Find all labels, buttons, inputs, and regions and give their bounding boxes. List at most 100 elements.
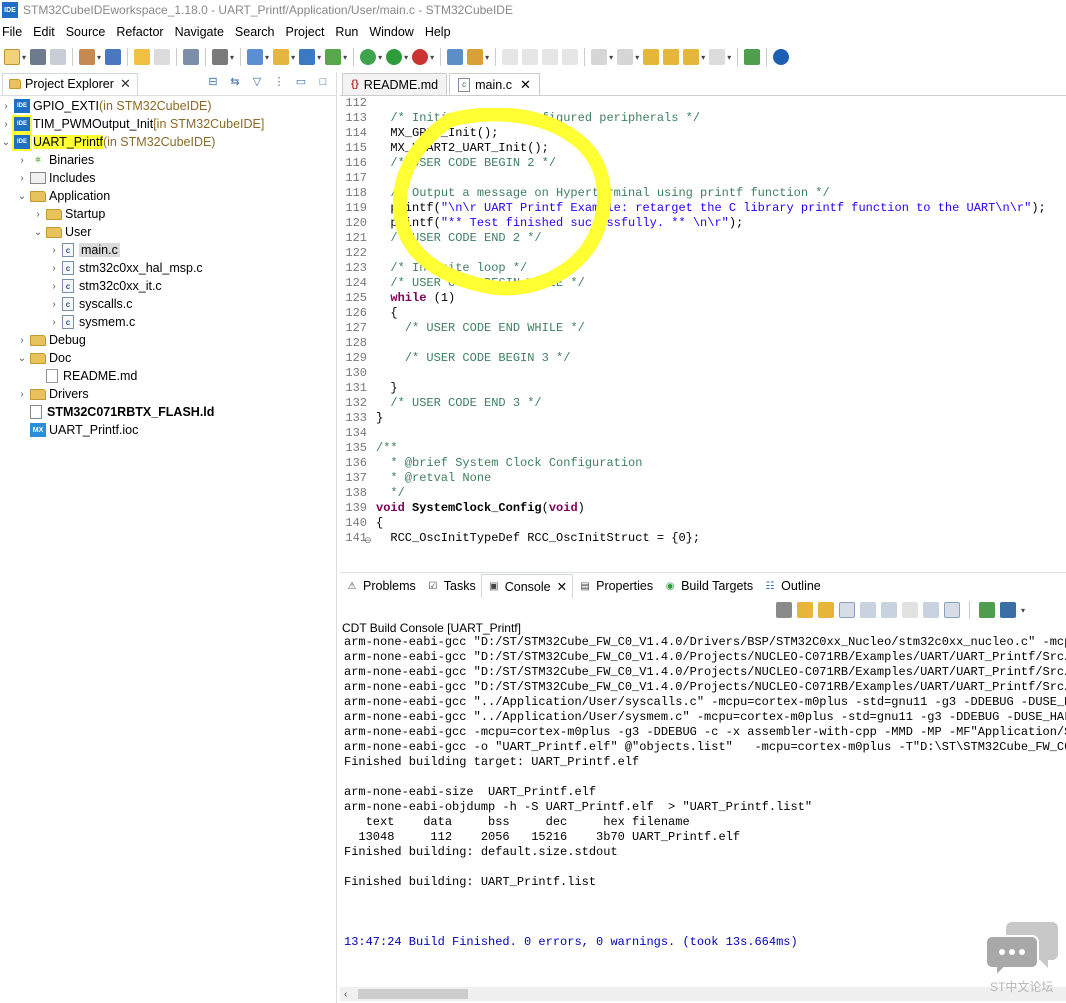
tree-item-doc[interactable]: ⌄ Doc bbox=[0, 349, 336, 367]
terminate-icon[interactable] bbox=[776, 602, 792, 618]
close-icon[interactable]: ✕ bbox=[520, 77, 531, 93]
new-project-icon[interactable] bbox=[247, 49, 264, 65]
back-icon[interactable] bbox=[683, 49, 700, 65]
menu-source[interactable]: Source bbox=[64, 25, 115, 39]
tab-tasks[interactable]: ☑ Tasks bbox=[421, 574, 481, 598]
tree-item-readme-md[interactable]: README.md bbox=[0, 367, 336, 385]
forward-dropdown-icon[interactable]: ▾ bbox=[727, 53, 731, 62]
chevron-right-icon[interactable]: › bbox=[32, 209, 44, 220]
new-dropdown-icon[interactable]: ▾ bbox=[22, 53, 26, 62]
whitespace-icon[interactable] bbox=[562, 49, 579, 65]
chevron-down-icon[interactable]: ⌄ bbox=[16, 191, 28, 202]
tree-item-gpio-exti[interactable]: › IDE GPIO_EXTI (in STM32CubeIDE) bbox=[0, 97, 336, 115]
chevron-right-icon[interactable]: › bbox=[16, 389, 28, 400]
paste-icon[interactable] bbox=[154, 49, 171, 65]
build-all-icon[interactable] bbox=[105, 49, 122, 65]
refresh-dropdown-icon[interactable]: ▾ bbox=[343, 53, 347, 62]
toggle-mark-icon[interactable] bbox=[502, 49, 519, 65]
tree-item-drivers[interactable]: › Drivers bbox=[0, 385, 336, 403]
chevron-right-icon[interactable]: › bbox=[48, 317, 60, 328]
open-project-dropdown-icon[interactable]: ▾ bbox=[291, 53, 295, 62]
new-console-icon[interactable] bbox=[979, 602, 995, 618]
save-all-icon[interactable] bbox=[50, 49, 67, 65]
horizontal-scrollbar[interactable]: ‹ bbox=[340, 987, 1066, 1001]
copy-icon[interactable] bbox=[860, 602, 876, 618]
scrollbar-thumb[interactable] bbox=[358, 989, 468, 999]
tab-project-explorer[interactable]: Project Explorer ✕ bbox=[2, 72, 138, 95]
chevron-right-icon[interactable]: › bbox=[0, 119, 12, 130]
menu-help[interactable]: Help bbox=[423, 25, 460, 39]
last-edit-icon[interactable] bbox=[643, 49, 660, 65]
menu-window[interactable]: Window bbox=[367, 25, 422, 39]
tree-item-ioc[interactable]: MX UART_Printf.ioc bbox=[0, 421, 336, 439]
forward-edit-icon[interactable] bbox=[663, 49, 680, 65]
tree-item-application[interactable]: ⌄ Application bbox=[0, 187, 336, 205]
open-console-icon[interactable] bbox=[1000, 602, 1016, 618]
build-dropdown-icon[interactable]: ▾ bbox=[97, 53, 101, 62]
previous-annotation-icon[interactable] bbox=[617, 49, 634, 65]
device-config-dropdown-icon[interactable]: ▾ bbox=[230, 53, 234, 62]
tree-item-uart-printf[interactable]: ⌄ IDE UART_Printf (in STM32CubeIDE) bbox=[0, 133, 336, 151]
filter-icon[interactable]: ▽ bbox=[250, 75, 264, 89]
scroll-down-icon[interactable] bbox=[797, 602, 813, 618]
chevron-right-icon[interactable]: › bbox=[16, 173, 28, 184]
tree-item-includes[interactable]: › Includes bbox=[0, 169, 336, 187]
tree-item-main-c[interactable]: › c main.c bbox=[0, 241, 336, 259]
open-project-icon[interactable] bbox=[273, 49, 290, 65]
menu-file[interactable]: File bbox=[0, 25, 31, 39]
close-icon[interactable]: ✕ bbox=[120, 76, 131, 92]
run-icon[interactable] bbox=[386, 49, 403, 65]
tab-main-c[interactable]: c main.c ✕ bbox=[449, 73, 540, 95]
new-class-dropdown-icon[interactable]: ▾ bbox=[317, 53, 321, 62]
chevron-down-icon[interactable]: ⌄ bbox=[0, 137, 12, 148]
tab-problems[interactable]: ⚠ Problems bbox=[340, 574, 421, 598]
maximize-icon[interactable]: □ bbox=[316, 75, 330, 89]
pin-icon[interactable] bbox=[467, 49, 484, 65]
clear-icon[interactable] bbox=[902, 602, 918, 618]
tree-item-user[interactable]: ⌄ User bbox=[0, 223, 336, 241]
open-perspective-icon[interactable] bbox=[447, 49, 464, 65]
new-class-icon[interactable] bbox=[299, 49, 316, 65]
view-menu-icon[interactable]: ⋮ bbox=[272, 75, 286, 89]
link-with-editor-icon[interactable]: ⇆ bbox=[228, 75, 242, 89]
chevron-right-icon[interactable]: › bbox=[48, 281, 60, 292]
next-annotation-dropdown-icon[interactable]: ▾ bbox=[609, 53, 613, 62]
close-icon[interactable]: ✕ bbox=[557, 579, 567, 594]
open-console-dropdown-icon[interactable]: ▾ bbox=[1021, 606, 1025, 615]
pin-console-icon[interactable] bbox=[923, 602, 939, 618]
menu-navigate[interactable]: Navigate bbox=[173, 25, 233, 39]
fold-icon[interactable]: ⊖ bbox=[364, 535, 372, 546]
console-output[interactable]: arm-none-eabi-gcc "D:/ST/STM32Cube_FW_C0… bbox=[344, 635, 1066, 987]
back-dropdown-icon[interactable]: ▾ bbox=[701, 53, 705, 62]
new-icon[interactable] bbox=[4, 49, 20, 65]
external-tools-dropdown-icon[interactable]: ▾ bbox=[430, 53, 434, 62]
tree-item-stm32c0xx-it-c[interactable]: › c stm32c0xx_it.c bbox=[0, 277, 336, 295]
menu-search[interactable]: Search bbox=[233, 25, 284, 39]
chevron-down-icon[interactable]: ⌄ bbox=[32, 227, 44, 238]
tree-item-startup[interactable]: › Startup bbox=[0, 205, 336, 223]
tab-outline[interactable]: ☷ Outline bbox=[758, 574, 826, 598]
tree-item-debug[interactable]: › Debug bbox=[0, 331, 336, 349]
menu-edit[interactable]: Edit bbox=[31, 25, 64, 39]
menu-run[interactable]: Run bbox=[333, 25, 367, 39]
tree-item-linker-script[interactable]: STM32C071RBTX_FLASH.ld bbox=[0, 403, 336, 421]
collapse-all-icon[interactable]: ⊟ bbox=[206, 75, 220, 89]
next-annotation-icon[interactable] bbox=[591, 49, 608, 65]
tab-readme-md[interactable]: {} README.md bbox=[342, 73, 448, 95]
build-hammer-icon[interactable] bbox=[79, 49, 96, 65]
tree-item-sysmem-c[interactable]: › c sysmem.c bbox=[0, 313, 336, 331]
chevron-right-icon[interactable]: › bbox=[48, 263, 60, 274]
open-console-icon[interactable] bbox=[744, 49, 761, 65]
scroll-up-icon[interactable] bbox=[818, 602, 834, 618]
debug-dropdown-icon[interactable]: ▾ bbox=[378, 53, 382, 62]
scroll-lock-icon[interactable] bbox=[839, 602, 855, 618]
tree-item-stm32c0xx-hal-msp-c[interactable]: › c stm32c0xx_hal_msp.c bbox=[0, 259, 336, 277]
debug-icon[interactable] bbox=[360, 49, 377, 65]
search-icon[interactable] bbox=[183, 49, 200, 65]
tab-console[interactable]: ▣ Console ✕ bbox=[480, 574, 574, 598]
save-icon[interactable] bbox=[30, 49, 47, 65]
chevron-right-icon[interactable]: › bbox=[16, 155, 28, 166]
word-wrap-icon[interactable] bbox=[881, 602, 897, 618]
pin-dropdown-icon[interactable]: ▾ bbox=[485, 53, 489, 62]
menu-refactor[interactable]: Refactor bbox=[114, 25, 172, 39]
